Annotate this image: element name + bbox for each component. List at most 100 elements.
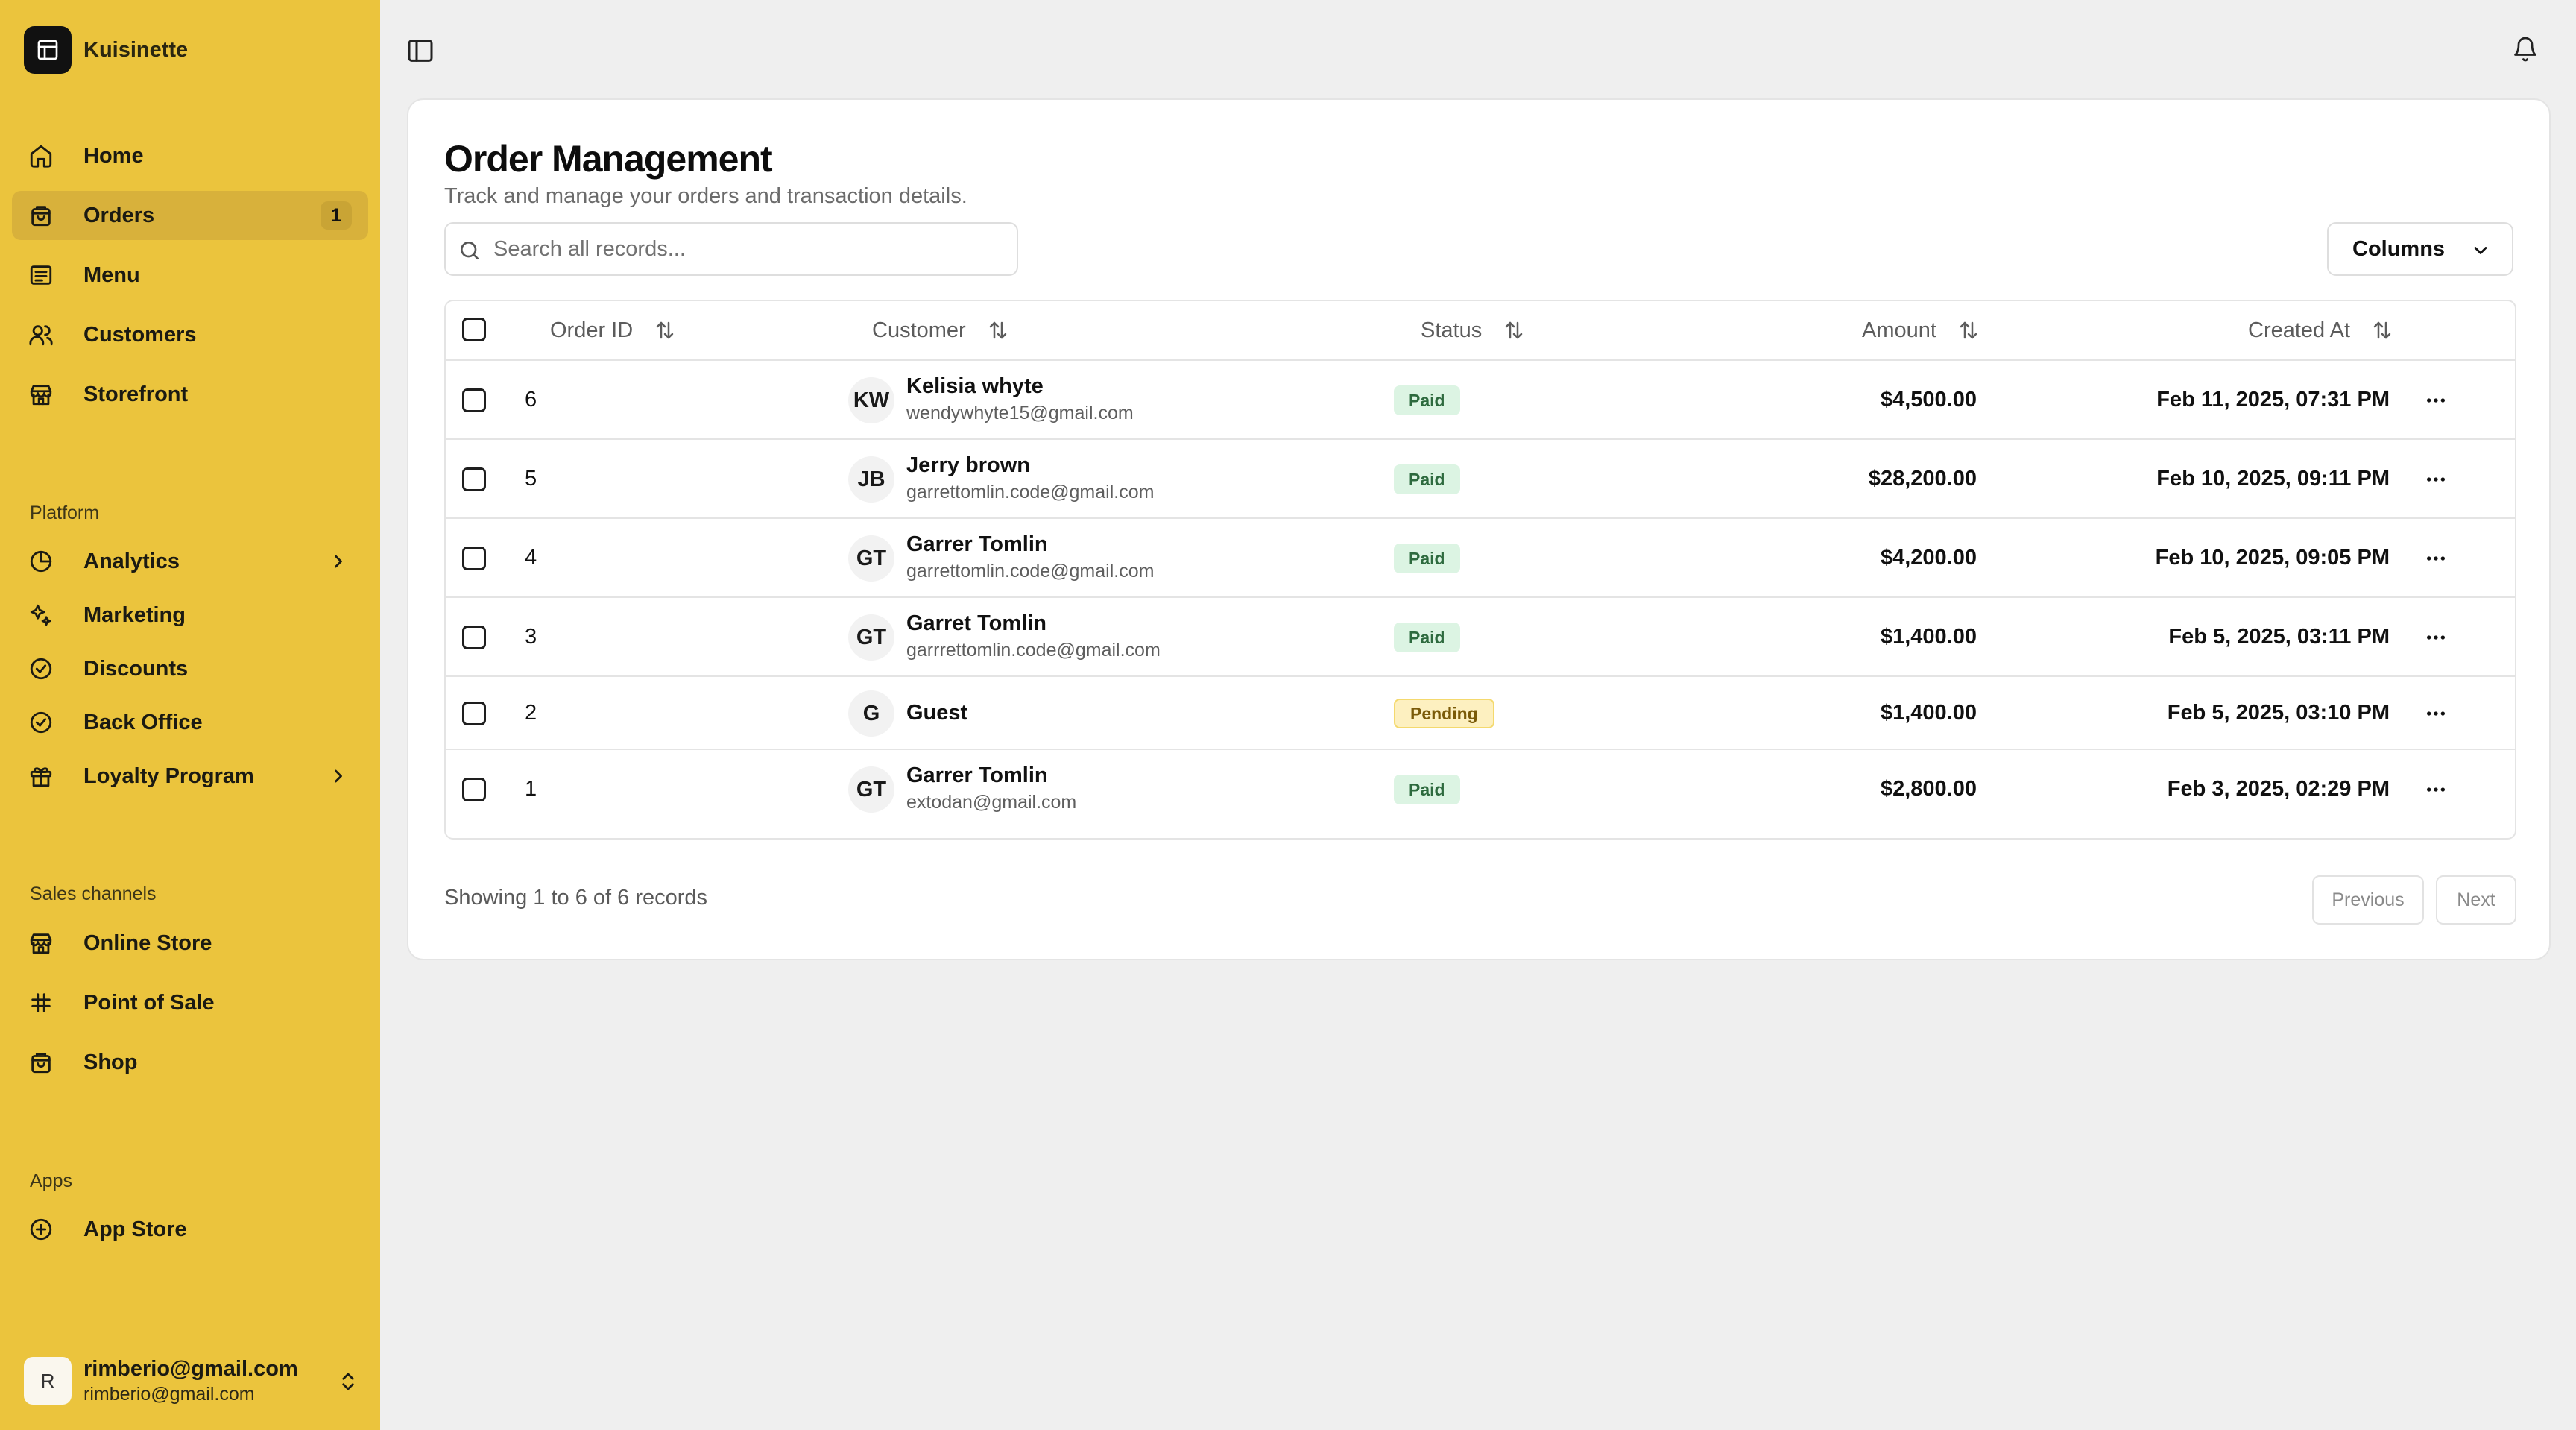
previous-page-button[interactable]: Previous: [2312, 875, 2424, 925]
row-checkbox[interactable]: [462, 778, 486, 801]
next-page-button[interactable]: Next: [2436, 875, 2516, 925]
sidebar-item-label: App Store: [83, 1217, 187, 1241]
orders-table: Order ID Customer Status Amount Created …: [444, 300, 2516, 840]
avatar: JB: [848, 456, 894, 503]
customer-name: Garrer Tomlin: [906, 532, 1048, 556]
sidebar-item-label: Discounts: [83, 656, 189, 681]
avatar: KW: [848, 377, 894, 423]
column-header-customer[interactable]: Customer: [872, 301, 1009, 359]
status-badge: Paid: [1394, 775, 1460, 804]
avatar: GT: [848, 614, 894, 661]
table-row[interactable]: 2 G Guest Pending $1,400.00 Feb 5, 2025,…: [446, 677, 2515, 750]
sidebar-item-label: Point of Sale: [83, 990, 215, 1015]
sidebar-item-loyalty-program[interactable]: Loyalty Program: [12, 752, 368, 801]
search-box: [444, 222, 1018, 276]
order-id: 6: [525, 388, 537, 412]
sidebar-item-menu[interactable]: Menu: [12, 251, 368, 300]
sort-icon: [1960, 321, 1977, 339]
row-checkbox[interactable]: [462, 626, 486, 649]
table-row[interactable]: 5 JB Jerry brown garrettomlin.code@gmail…: [446, 440, 2515, 519]
more-horizontal-icon[interactable]: [2424, 547, 2448, 570]
sidebar-item-discounts[interactable]: Discounts: [12, 644, 368, 693]
sidebar-item-label: Online Store: [83, 930, 212, 955]
notifications-button[interactable]: [2512, 34, 2539, 64]
sidebar-toggle-button[interactable]: [405, 36, 435, 66]
sidebar-item-label: Home: [83, 143, 144, 168]
row-checkbox[interactable]: [462, 547, 486, 570]
status-badge: Paid: [1394, 544, 1460, 573]
status-badge: Paid: [1394, 385, 1460, 415]
sidebar-item-storefront[interactable]: Storefront: [12, 370, 368, 419]
column-header-label: Status: [1421, 318, 1483, 342]
panel-left-icon: [408, 40, 433, 62]
columns-button[interactable]: Columns: [2327, 222, 2513, 276]
sidebar-item-orders[interactable]: Orders 1: [12, 191, 368, 240]
sidebar-item-home[interactable]: Home: [12, 131, 368, 180]
order-created-at: Feb 3, 2025, 02:29 PM: [2167, 777, 2390, 801]
more-horizontal-icon[interactable]: [2424, 778, 2448, 801]
section-label-apps: Apps: [30, 1171, 72, 1191]
search-input[interactable]: [493, 224, 1008, 274]
page-title: Order Management: [444, 138, 773, 180]
hash-icon: [31, 993, 51, 1012]
sidebar-item-label: Back Office: [83, 710, 203, 734]
plus-circle-icon: [30, 1218, 52, 1241]
sidebar-item-shop[interactable]: Shop: [12, 1038, 368, 1087]
order-created-at: Feb 5, 2025, 03:10 PM: [2167, 701, 2390, 725]
sparkles-icon: [30, 604, 51, 626]
customer-name: Garrer Tomlin: [906, 763, 1048, 787]
sidebar-item-label: Loyalty Program: [83, 763, 254, 788]
badge-check-icon: [30, 711, 52, 734]
avatar: GT: [848, 535, 894, 582]
section-label-platform: Platform: [30, 503, 100, 523]
row-checkbox[interactable]: [462, 388, 486, 412]
user-email: rimberio@gmail.com: [83, 1384, 255, 1405]
badge-check-icon: [30, 658, 52, 680]
gift-icon: [30, 767, 52, 787]
avatar: R: [24, 1357, 72, 1405]
column-header-amount[interactable]: Amount: [1862, 301, 1980, 359]
more-horizontal-icon[interactable]: [2424, 388, 2448, 412]
select-all-checkbox[interactable]: [462, 318, 486, 341]
sort-icon: [2373, 321, 2391, 339]
orders-count-badge: 1: [321, 201, 352, 230]
users-icon: [29, 325, 53, 346]
customer-email: garrettomlin.code@gmail.com: [906, 561, 1155, 582]
status-badge: Pending: [1394, 699, 1494, 728]
sidebar-item-online-store[interactable]: Online Store: [12, 919, 368, 968]
table-row[interactable]: 1 GT Garrer Tomlin extodan@gmail.com Pai…: [446, 750, 2515, 829]
sidebar-item-marketing[interactable]: Marketing: [12, 590, 368, 640]
column-header-label: Created At: [2248, 318, 2351, 342]
shopping-bag-icon: [31, 1053, 51, 1074]
sidebar-item-app-store[interactable]: App Store: [12, 1205, 368, 1254]
column-header-label: Order ID: [550, 318, 634, 342]
brand[interactable]: Kuisinette: [24, 26, 188, 74]
order-created-at: Feb 10, 2025, 09:11 PM: [2156, 467, 2390, 491]
search-icon: [461, 242, 479, 259]
user-menu[interactable]: R rimberio@gmail.com rimberio@gmail.com: [24, 1357, 359, 1408]
order-amount: $1,400.00: [1880, 625, 1977, 649]
sidebar-item-customers[interactable]: Customers: [12, 310, 368, 359]
table-row[interactable]: 4 GT Garrer Tomlin garrettomlin.code@gma…: [446, 519, 2515, 598]
sidebar-item-point-of-sale[interactable]: Point of Sale: [12, 978, 368, 1027]
row-checkbox[interactable]: [462, 467, 486, 491]
column-header-created-at[interactable]: Created At: [2248, 301, 2393, 359]
order-amount: $2,800.00: [1880, 777, 1977, 801]
column-header-order-id[interactable]: Order ID: [550, 301, 676, 359]
sidebar-item-analytics[interactable]: Analytics: [12, 537, 368, 586]
more-horizontal-icon[interactable]: [2424, 702, 2448, 725]
sidebar-item-label: Menu: [83, 262, 140, 287]
order-created-at: Feb 5, 2025, 03:11 PM: [2168, 625, 2390, 649]
table-row[interactable]: 6 KW Kelisia whyte wendywhyte15@gmail.co…: [446, 361, 2515, 440]
more-horizontal-icon[interactable]: [2424, 467, 2448, 491]
pie-chart-icon: [30, 550, 52, 573]
sidebar-item-back-office[interactable]: Back Office: [12, 698, 368, 747]
column-header-status[interactable]: Status: [1421, 301, 1525, 359]
section-label-sales-channels: Sales channels: [30, 883, 157, 904]
row-checkbox[interactable]: [462, 702, 486, 725]
more-horizontal-icon[interactable]: [2424, 626, 2448, 649]
customer-email: garrrettomlin.code@gmail.com: [906, 640, 1161, 661]
menu-list-icon: [30, 265, 52, 285]
table-row[interactable]: 3 GT Garret Tomlin garrrettomlin.code@gm…: [446, 598, 2515, 677]
customer-email: wendywhyte15@gmail.com: [906, 403, 1134, 423]
